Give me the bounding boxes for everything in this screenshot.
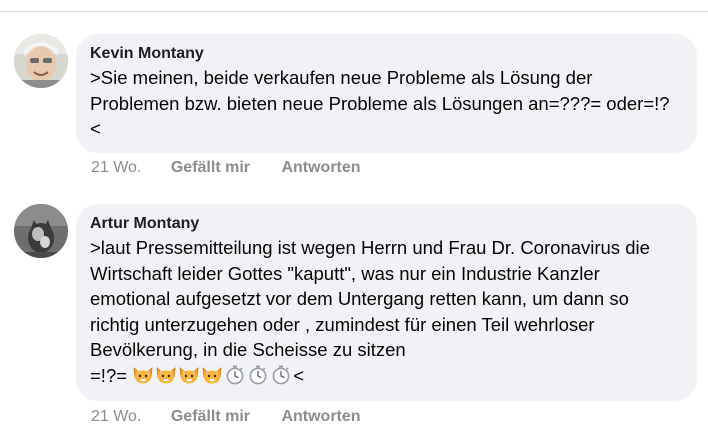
comment-bubble: Kevin Montany >Sie meinen, beide verkauf… [76,34,697,153]
comment-text-end: =!?= < [90,365,304,386]
like-button[interactable]: Gefällt mir [171,407,250,427]
comment-text: >Sie meinen, beide verkaufen neue Proble… [90,67,670,139]
comment-author[interactable]: Artur Montany [90,214,679,234]
comment-text: >laut Pressemitteilung ist wegen Herrn u… [90,235,679,388]
text-end-suffix: < [293,364,304,386]
stopwatch-icon [270,365,292,385]
comment-timestamp[interactable]: 21 Wo. [91,158,141,178]
cat-face-icon [132,365,154,385]
cat-face-icon [201,365,223,385]
cat-face-icon [178,365,200,385]
comment-text-body: >laut Pressemitteilung ist wegen Herrn u… [90,237,650,360]
comment-actions: 21 Wo. Gefällt mir Antworten [91,158,361,178]
comment-timestamp[interactable]: 21 Wo. [91,407,141,427]
emoji-row [132,365,293,386]
cat-face-icon [155,365,177,385]
comment-bubble: Artur Montany >laut Pressemitteilung ist… [76,204,697,401]
top-divider [0,11,708,12]
avatar-artur-montany[interactable] [14,204,68,258]
reply-button[interactable]: Antworten [281,407,360,427]
like-button[interactable]: Gefällt mir [171,158,250,178]
stopwatch-icon [247,365,269,385]
reply-button[interactable]: Antworten [281,158,360,178]
profile-photo-icon [14,34,68,88]
avatar-kevin-montany[interactable] [14,34,68,88]
profile-photo-icon [14,204,68,258]
comment-author[interactable]: Kevin Montany [90,44,679,64]
stopwatch-icon [224,365,246,385]
text-end-prefix: =!?= [90,364,128,386]
comment-actions: 21 Wo. Gefällt mir Antworten [91,407,361,427]
